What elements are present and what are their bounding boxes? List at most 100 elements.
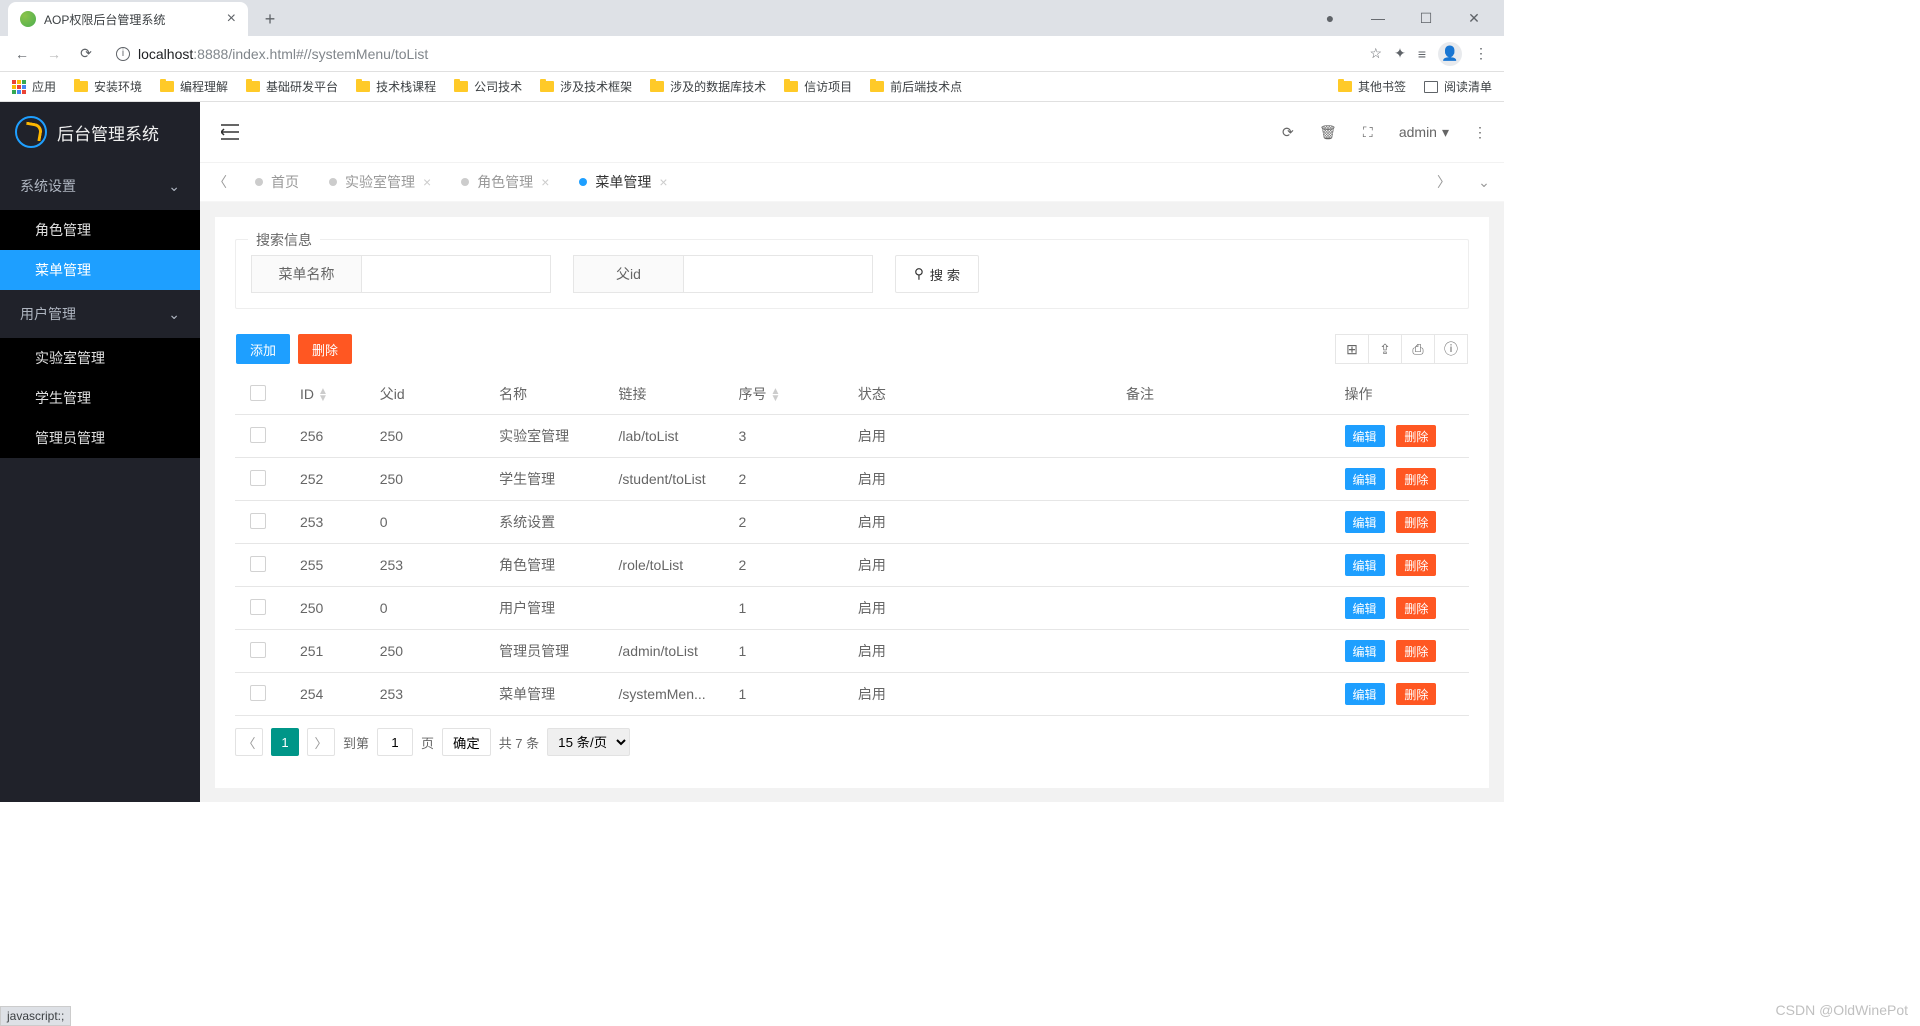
row-checkbox[interactable] xyxy=(250,556,266,572)
sidebar-group-user[interactable]: 用户管理 ⌄ xyxy=(0,290,200,338)
sidebar-item-admin[interactable]: 管理员管理 xyxy=(0,418,200,458)
site-info-icon[interactable]: i xyxy=(116,47,130,61)
delete-button[interactable]: 🗑 xyxy=(1319,124,1337,141)
bookmark-folder[interactable]: 安装环境 xyxy=(74,78,142,95)
search-button[interactable]: ⚲ 搜 索 xyxy=(895,255,979,293)
forward-button[interactable]: → xyxy=(40,40,68,68)
bookmark-folder[interactable]: 基础研发平台 xyxy=(246,78,338,95)
tab-home[interactable]: 首页 xyxy=(240,162,314,202)
row-checkbox[interactable] xyxy=(250,685,266,701)
reading-mode-icon[interactable]: ≡ xyxy=(1418,46,1426,62)
close-icon[interactable]: × xyxy=(227,10,236,28)
bookmark-folder[interactable]: 涉及的数据库技术 xyxy=(650,78,766,95)
search-name-input[interactable] xyxy=(361,255,551,293)
cell-remark xyxy=(1111,501,1330,544)
row-delete-button[interactable]: 删除 xyxy=(1396,511,1436,533)
user-dropdown[interactable]: admin ▾ xyxy=(1399,124,1449,141)
row-delete-button[interactable]: 删除 xyxy=(1396,468,1436,490)
sort-icon[interactable]: ▲▼ xyxy=(770,388,780,402)
row-edit-button[interactable]: 编辑 xyxy=(1345,425,1385,447)
page-label: 页 xyxy=(421,733,434,752)
row-delete-button[interactable]: 删除 xyxy=(1396,425,1436,447)
print-button[interactable]: ⎙ xyxy=(1401,334,1435,364)
tab-menu[interactable]: 菜单管理× xyxy=(564,162,682,202)
extensions-icon[interactable]: ✦ xyxy=(1394,45,1406,62)
tab-close-icon[interactable]: × xyxy=(423,174,431,190)
row-checkbox[interactable] xyxy=(250,470,266,486)
delete-button[interactable]: 删除 xyxy=(298,334,352,364)
minimize-icon[interactable]: — xyxy=(1356,3,1400,33)
browser-tab[interactable]: AOP权限后台管理系统 × xyxy=(8,2,248,36)
sidebar-item-menu[interactable]: 菜单管理 xyxy=(0,250,200,290)
apps-button[interactable]: 应用 xyxy=(12,78,56,95)
row-edit-button[interactable]: 编辑 xyxy=(1345,554,1385,576)
row-checkbox[interactable] xyxy=(250,513,266,529)
row-edit-button[interactable]: 编辑 xyxy=(1345,640,1385,662)
fullscreen-button[interactable]: ⛶ xyxy=(1359,124,1377,141)
back-button[interactable]: ← xyxy=(8,40,36,68)
sidebar-item-role[interactable]: 角色管理 xyxy=(0,210,200,250)
row-edit-button[interactable]: 编辑 xyxy=(1345,511,1385,533)
row-edit-button[interactable]: 编辑 xyxy=(1345,597,1385,619)
new-tab-button[interactable]: + xyxy=(256,5,284,33)
row-checkbox[interactable] xyxy=(250,427,266,443)
per-page-select[interactable]: 15 条/页 xyxy=(547,728,630,756)
pagination: 〈 1 〉 到第 页 确定 共 7 条 15 条/页 xyxy=(235,716,1469,768)
profile-avatar[interactable]: 👤 xyxy=(1438,42,1462,66)
reading-list[interactable]: 阅读清单 xyxy=(1424,78,1492,95)
bookmark-folder[interactable]: 前后端技术点 xyxy=(870,78,962,95)
refresh-button[interactable]: ⟳ xyxy=(1279,124,1297,141)
sidebar-item-student[interactable]: 学生管理 xyxy=(0,378,200,418)
tabs-dropdown[interactable]: ⌄ xyxy=(1464,162,1504,202)
row-edit-button[interactable]: 编辑 xyxy=(1345,468,1385,490)
sort-icon[interactable]: ▲▼ xyxy=(318,388,328,402)
page-prev-button[interactable]: 〈 xyxy=(235,728,263,756)
help-button[interactable]: ⓘ xyxy=(1434,334,1468,364)
bookmark-folder[interactable]: 信访项目 xyxy=(784,78,852,95)
tabs-scroll-right[interactable]: 〉 xyxy=(1424,162,1464,202)
cell-name: 实验室管理 xyxy=(484,415,603,458)
bookmark-folder[interactable]: 涉及技术框架 xyxy=(540,78,632,95)
logo: 后台管理系统 xyxy=(0,102,200,162)
account-icon[interactable]: ● xyxy=(1308,3,1352,33)
menu-icon[interactable]: ⋮ xyxy=(1474,45,1488,62)
search-pid-input[interactable] xyxy=(683,255,873,293)
bookmark-folder[interactable]: 公司技术 xyxy=(454,78,522,95)
tab-lab[interactable]: 实验室管理× xyxy=(314,162,446,202)
tab-close-icon[interactable]: × xyxy=(659,174,667,190)
star-icon[interactable]: ☆ xyxy=(1370,45,1383,62)
row-delete-button[interactable]: 删除 xyxy=(1396,597,1436,619)
window-close-icon[interactable]: ✕ xyxy=(1452,3,1496,33)
other-bookmarks[interactable]: 其他书签 xyxy=(1338,78,1406,95)
more-button[interactable]: ⋮ xyxy=(1471,124,1489,141)
reload-button[interactable]: ⟳ xyxy=(72,40,100,68)
add-button[interactable]: 添加 xyxy=(236,334,290,364)
bookmark-folder[interactable]: 技术栈课程 xyxy=(356,78,436,95)
row-delete-button[interactable]: 删除 xyxy=(1396,640,1436,662)
row-checkbox[interactable] xyxy=(250,642,266,658)
cell-status: 启用 xyxy=(843,587,1111,630)
sidebar-item-lab[interactable]: 实验室管理 xyxy=(0,338,200,378)
row-delete-button[interactable]: 删除 xyxy=(1396,554,1436,576)
tab-close-icon[interactable]: × xyxy=(541,174,549,190)
row-delete-button[interactable]: 删除 xyxy=(1396,683,1436,705)
apps-icon xyxy=(12,80,26,94)
cell-pid: 253 xyxy=(365,673,484,716)
tab-role[interactable]: 角色管理× xyxy=(446,162,564,202)
row-edit-button[interactable]: 编辑 xyxy=(1345,683,1385,705)
sidebar-toggle-button[interactable] xyxy=(215,117,245,147)
page-input[interactable] xyxy=(377,728,413,756)
header: ⟳ 🗑 ⛶ admin ▾ ⋮ xyxy=(200,102,1504,162)
export-button[interactable]: ⇪ xyxy=(1368,334,1402,364)
page-number[interactable]: 1 xyxy=(271,728,299,756)
sidebar-group-system[interactable]: 系统设置 ⌄ xyxy=(0,162,200,210)
column-filter-button[interactable]: ⊞ xyxy=(1335,334,1369,364)
maximize-icon[interactable]: ☐ xyxy=(1404,3,1448,33)
page-confirm-button[interactable]: 确定 xyxy=(442,728,491,756)
tabs-scroll-left[interactable]: 〈 xyxy=(200,162,240,202)
page-next-button[interactable]: 〉 xyxy=(307,728,335,756)
url-bar[interactable]: i localhost:8888/index.html#//systemMenu… xyxy=(104,40,1366,68)
row-checkbox[interactable] xyxy=(250,599,266,615)
bookmark-folder[interactable]: 编程理解 xyxy=(160,78,228,95)
select-all-checkbox[interactable] xyxy=(250,385,266,401)
